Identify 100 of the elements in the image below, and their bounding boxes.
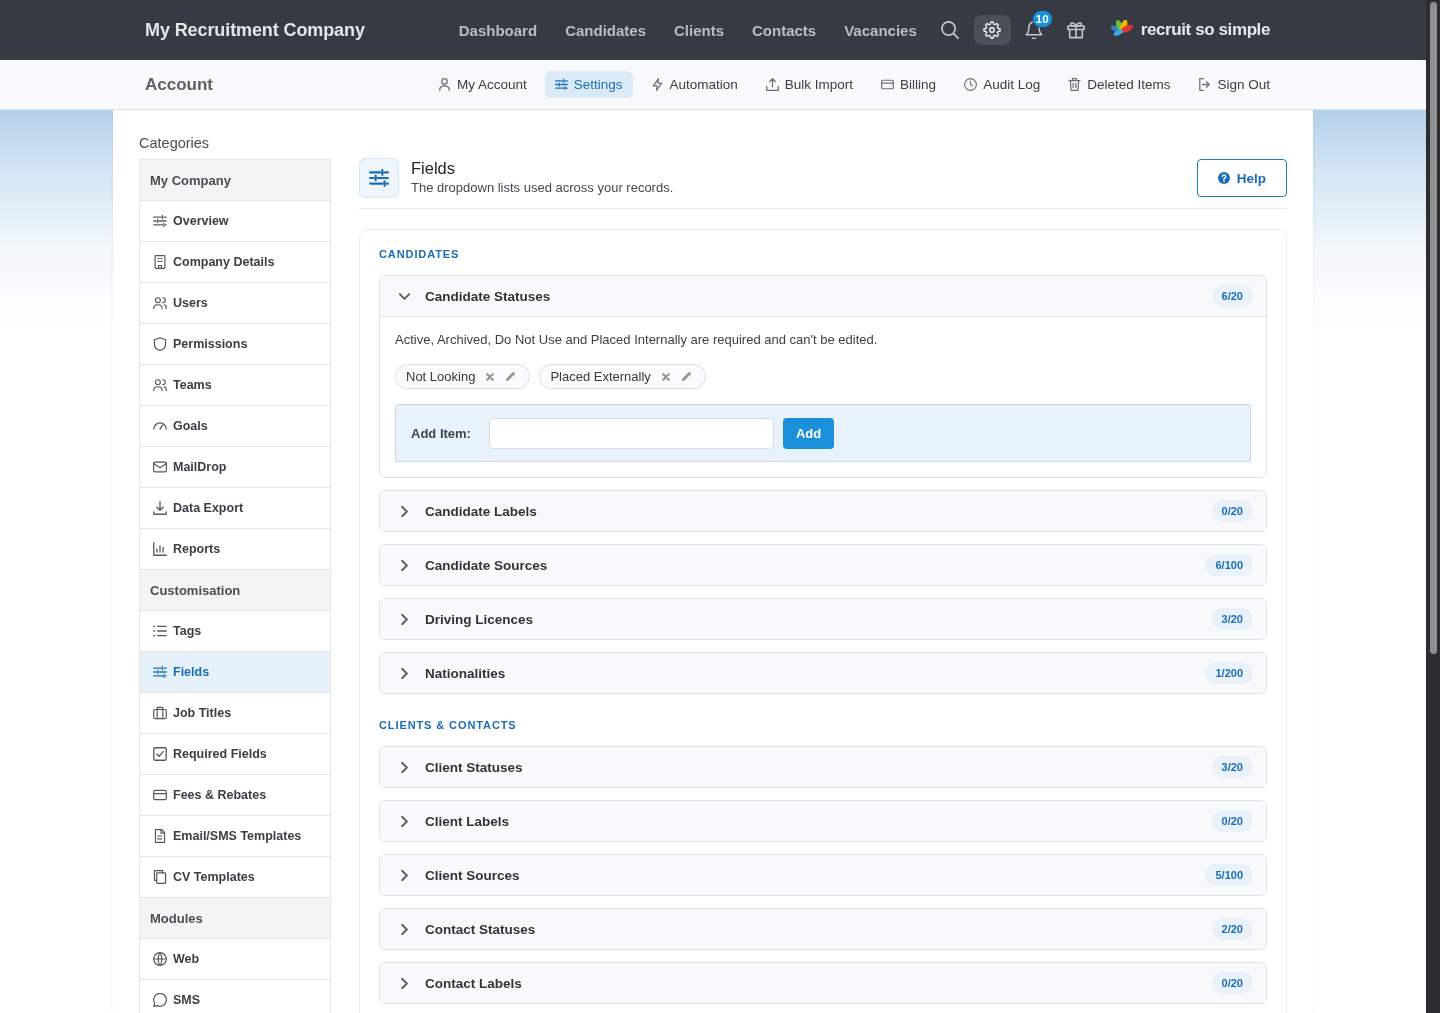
sidebar-item[interactable]: Fields: [140, 652, 330, 693]
count-badge: 5/100: [1205, 864, 1253, 886]
accordion-title[interactable]: Contact Labels: [425, 975, 522, 991]
pencil-icon[interactable]: [505, 371, 517, 382]
gift-icon: [1067, 21, 1086, 39]
users-icon: [153, 378, 167, 392]
section-heading: CANDIDATES: [379, 248, 461, 261]
count-badge: 1/200: [1205, 662, 1253, 684]
settings-tab[interactable]: Bulk Import: [755, 71, 864, 98]
credit-card-icon: [153, 788, 167, 802]
page-section-title: Account: [145, 74, 213, 95]
copy-icon: [153, 870, 167, 884]
notification-badge: 10: [1031, 10, 1053, 28]
settings-tab[interactable]: My Account: [427, 71, 537, 98]
nav-link[interactable]: Candidates: [565, 21, 646, 39]
chevron-right-icon[interactable]: [399, 815, 410, 827]
accordion-title[interactable]: Client Labels: [425, 813, 510, 829]
clock-icon: [964, 78, 978, 91]
sliders-icon: [554, 78, 568, 91]
chevron-right-icon[interactable]: [399, 613, 410, 625]
envelope-icon: [153, 460, 167, 474]
upload-icon: [765, 78, 779, 91]
count-badge: 2/20: [1211, 918, 1253, 940]
sliders-icon: [153, 665, 167, 679]
section-heading: CLIENTS & CONTACTS: [379, 719, 518, 732]
pencil-icon[interactable]: [680, 371, 692, 382]
page-subtitle: The dropdown lists used across your records.: [411, 179, 674, 197]
download-icon: [153, 501, 167, 515]
remove-icon[interactable]: [486, 372, 495, 381]
accordion-title[interactable]: Nationalities: [425, 665, 506, 681]
trash-icon: [1068, 78, 1082, 91]
chevron-right-icon[interactable]: [399, 761, 410, 773]
document-icon: [153, 829, 167, 843]
settings-tab[interactable]: Billing: [871, 71, 947, 98]
briefcase-icon: [153, 706, 167, 720]
shield-icon: [153, 337, 167, 351]
gauge-icon: [153, 419, 167, 433]
sidebar-group-heading: My Company: [140, 160, 330, 201]
count-badge: 3/20: [1211, 756, 1253, 778]
sidebar-title: Categories: [139, 135, 211, 152]
scrollbar[interactable]: [1426, 0, 1440, 1013]
accordion-title[interactable]: Client Sources: [425, 867, 520, 883]
info-text: Active, Archived, Do Not Use and Placed Internally are required and can't be edited.: [395, 331, 879, 349]
nav-link[interactable]: Vacancies: [844, 21, 917, 39]
help-icon: [1217, 172, 1230, 184]
count-badge: 6/20: [1211, 285, 1253, 307]
search-icon: [941, 21, 960, 39]
chevron-right-icon[interactable]: [399, 869, 410, 881]
company-name: My Recruitment Company: [145, 19, 365, 41]
count-badge: 0/20: [1211, 500, 1253, 522]
person-icon: [437, 78, 451, 91]
globe-icon: [153, 952, 167, 966]
users-icon: [153, 296, 167, 310]
settings-tab[interactable]: Sign Out: [1188, 71, 1280, 98]
count-badge: 6/100: [1205, 554, 1253, 576]
checkbox-icon: [153, 747, 167, 761]
chevron-right-icon[interactable]: [399, 667, 410, 679]
add-item-label: Add Item:: [411, 425, 471, 441]
count-badge: 0/20: [1211, 972, 1253, 994]
accordion-title[interactable]: Candidate Labels: [425, 503, 537, 519]
bar-chart-icon: [153, 542, 167, 556]
count-badge: 3/20: [1211, 608, 1253, 630]
building-icon: [153, 255, 167, 269]
chevron-right-icon[interactable]: [399, 505, 410, 517]
nav-link[interactable]: Contacts: [752, 21, 817, 39]
sliders-icon: [359, 158, 399, 198]
logo-text: recruit so simple: [1140, 20, 1270, 40]
settings-tab[interactable]: Audit Log: [954, 71, 1051, 98]
lightning-icon: [650, 78, 664, 91]
chevron-right-icon[interactable]: [399, 977, 410, 989]
page-title: Fields: [411, 158, 456, 178]
settings-icon: [983, 21, 1002, 39]
chevron-down-icon[interactable]: [399, 290, 410, 302]
chevron-right-icon[interactable]: [399, 923, 410, 935]
settings-tab[interactable]: Settings: [544, 71, 633, 98]
bell-icon: [1025, 21, 1044, 39]
accordion-title[interactable]: Candidate Sources: [425, 557, 548, 573]
nav-link[interactable]: Dashboard: [458, 21, 538, 39]
settings-button[interactable]: [973, 15, 1011, 45]
credit-card-icon: [881, 78, 895, 91]
tag-label: Placed Externally: [550, 369, 651, 384]
settings-tab[interactable]: Deleted Items: [1058, 71, 1181, 98]
list-icon: [153, 624, 167, 638]
sliders-icon: [153, 214, 167, 228]
accordion-title[interactable]: Candidate Statuses: [425, 288, 551, 304]
remove-icon[interactable]: [661, 372, 670, 381]
accordion-title[interactable]: Contact Statuses: [425, 921, 536, 937]
add-button[interactable]: Add: [782, 417, 835, 449]
sidebar-group-heading: Modules: [140, 898, 330, 939]
settings-tab[interactable]: Automation: [640, 71, 748, 98]
chevron-right-icon[interactable]: [399, 559, 410, 571]
add-item-input[interactable]: [488, 417, 774, 449]
sidebar-group-heading: Customisation: [140, 570, 330, 611]
chat-bubble-icon: [153, 993, 167, 1007]
sign-out-icon: [1198, 78, 1212, 91]
tag-label: Not Looking: [406, 369, 476, 384]
help-button[interactable]: Help: [1197, 159, 1287, 197]
accordion-title[interactable]: Client Statuses: [425, 759, 523, 775]
nav-link[interactable]: Clients: [674, 21, 724, 39]
accordion-title[interactable]: Driving Licences: [425, 611, 534, 627]
